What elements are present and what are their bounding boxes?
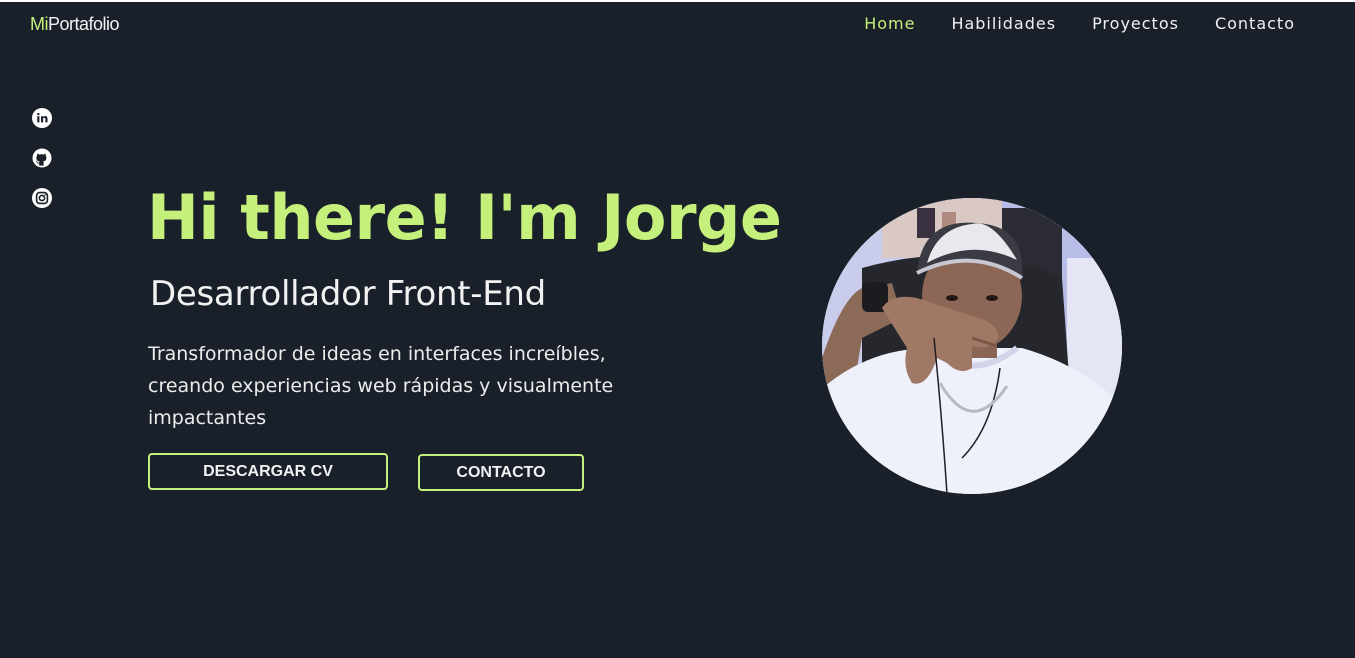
hero-subtitle: Desarrollador Front-End [150, 274, 546, 314]
hero-title: Hi there! I'm Jorge [147, 181, 782, 254]
instagram-icon[interactable] [32, 188, 52, 208]
linkedin-icon[interactable] [32, 108, 52, 128]
hero-description: Transformador de ideas en interfaces inc… [148, 343, 614, 429]
profile-photo [822, 198, 1122, 494]
nav-link-habilidades[interactable]: Habilidades [951, 14, 1056, 33]
nav-link-contacto[interactable]: Contacto [1215, 14, 1295, 33]
logo-text: Portafolio [48, 14, 120, 34]
nav-link-home[interactable]: Home [864, 14, 915, 33]
social-links [32, 108, 52, 208]
github-icon[interactable] [32, 148, 52, 168]
contact-button[interactable]: CONTACTO [418, 454, 584, 491]
main-nav: Home Habilidades Proyectos Contacto [864, 14, 1295, 33]
logo-prefix: Mi [30, 14, 49, 34]
nav-link-proyectos[interactable]: Proyectos [1092, 14, 1179, 33]
portfolio-page: MiPortafolio Home Habilidades Proyectos … [0, 2, 1355, 658]
download-cv-button[interactable]: DESCARGAR CV [148, 453, 388, 490]
site-logo[interactable]: MiPortafolio [30, 14, 120, 35]
